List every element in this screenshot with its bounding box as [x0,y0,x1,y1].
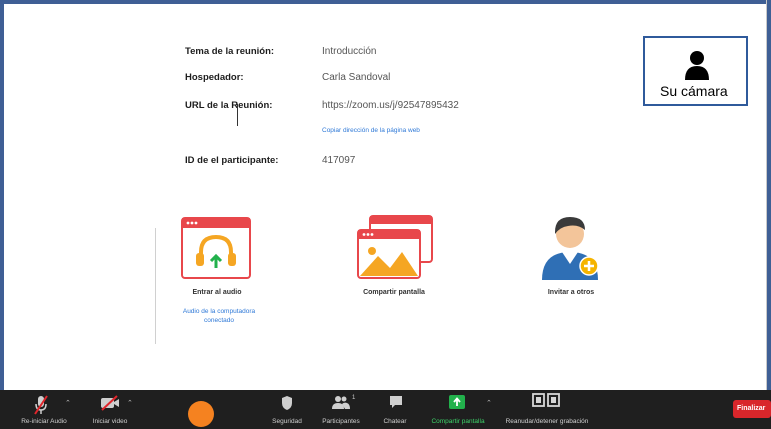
participants-count: 1 [352,395,356,401]
camera-preview[interactable]: Su cámara [643,36,748,106]
participants-button[interactable]: 1 Participantes [316,390,366,429]
share-arrow-icon [449,395,465,409]
mic-muted-icon [34,395,48,415]
toolbar-share-button[interactable]: ⌃ Compartir pantalla [424,390,494,429]
security-button[interactable]: Seguridad [265,390,309,429]
join-audio-label: Entrar al audio [192,289,242,296]
video-button[interactable]: ⌃ Iniciar video [86,390,136,429]
shield-icon [282,396,292,410]
url-label: URL de la Reunión: [185,100,273,111]
meeting-toolbar: ⌃ Re-iniciar Audio ⌃ Iniciar video Segur… [0,390,771,429]
text-cursor [237,104,238,126]
chat-bubble-icon [390,396,402,408]
camera-label: Su cámara [660,83,728,99]
participant-id-value: 417097 [322,155,356,166]
audio-button[interactable]: ⌃ Re-iniciar Audio [14,390,74,429]
host-value: Carla Sandoval [322,72,391,83]
video-label: Iniciar video [92,418,128,425]
add-person-icon [542,217,599,280]
participants-icon [332,396,350,409]
presence-indicator [188,401,214,427]
security-label: Seguridad [272,418,302,425]
participants-label: Participantes [322,418,360,425]
share-options-caret[interactable]: ⌃ [486,399,492,407]
video-options-caret[interactable]: ⌃ [127,399,133,407]
host-label: Hospedador: [185,72,244,83]
end-meeting-button[interactable]: Finalizar [733,400,771,418]
record-icon [532,393,560,407]
window-edge [766,0,767,390]
copy-url-link[interactable]: Copiar dirección de la página web [322,127,420,134]
toolbar-share-label: Compartir pantalla [431,418,485,425]
audio-options-caret[interactable]: ⌃ [65,399,71,407]
end-meeting-label: Finalizar [737,405,766,412]
headphones-icon [181,217,251,279]
invite-label: Invitar a otros [547,289,595,296]
record-button[interactable]: Reanudar/detener grabación [495,390,599,429]
audio-status-text: Audio de la computadora conectado [182,308,256,324]
url-value: https://zoom.us/j/92547895432 [322,100,459,111]
share-screen-label: Compartir pantalla [363,289,425,296]
topic-label: Tema de la reunión: [185,46,275,57]
video-off-icon [101,395,119,411]
participant-id-label: ID de el participante: [185,155,279,166]
chat-button[interactable]: Chatear [374,390,416,429]
chat-label: Chatear [383,418,407,425]
person-silhouette-icon [685,51,709,80]
audio-label: Re-iniciar Audio [21,418,67,425]
left-divider [155,228,156,344]
topic-value: Introducción [322,46,377,57]
share-screen-icon [357,215,433,279]
record-label: Reanudar/detener grabación [505,418,589,425]
